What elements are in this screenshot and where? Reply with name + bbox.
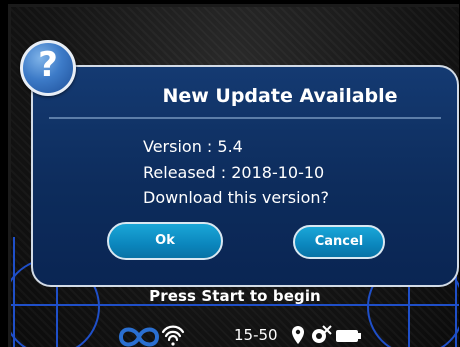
ok-button[interactable]: Ok <box>107 222 223 260</box>
release-date-text: Released : 2018-10-10 <box>143 163 325 182</box>
gps-off-icon <box>312 325 332 343</box>
device-screen: Press Start to begin 15-50 New Update Av… <box>8 4 459 347</box>
cancel-button[interactable]: Cancel <box>293 225 385 259</box>
status-bar: 15-50 <box>11 321 459 347</box>
device-frame: Press Start to begin 15-50 New Update Av… <box>0 0 460 347</box>
location-pin-icon <box>292 326 304 344</box>
update-dialog: New Update Available Version : 5.4 Relea… <box>31 65 459 287</box>
infinity-icon <box>118 327 160 347</box>
version-text: Version : 5.4 <box>143 137 243 156</box>
question-mark-glyph: ? <box>38 45 58 85</box>
press-start-prompt: Press Start to begin <box>149 287 321 305</box>
wifi-icon <box>161 325 185 346</box>
download-question-text: Download this version? <box>143 188 329 207</box>
dialog-title: New Update Available <box>162 85 398 107</box>
time-display: 15-50 <box>234 326 278 344</box>
dialog-divider <box>49 117 441 119</box>
battery-icon <box>336 330 361 342</box>
question-icon: ? <box>20 40 76 96</box>
